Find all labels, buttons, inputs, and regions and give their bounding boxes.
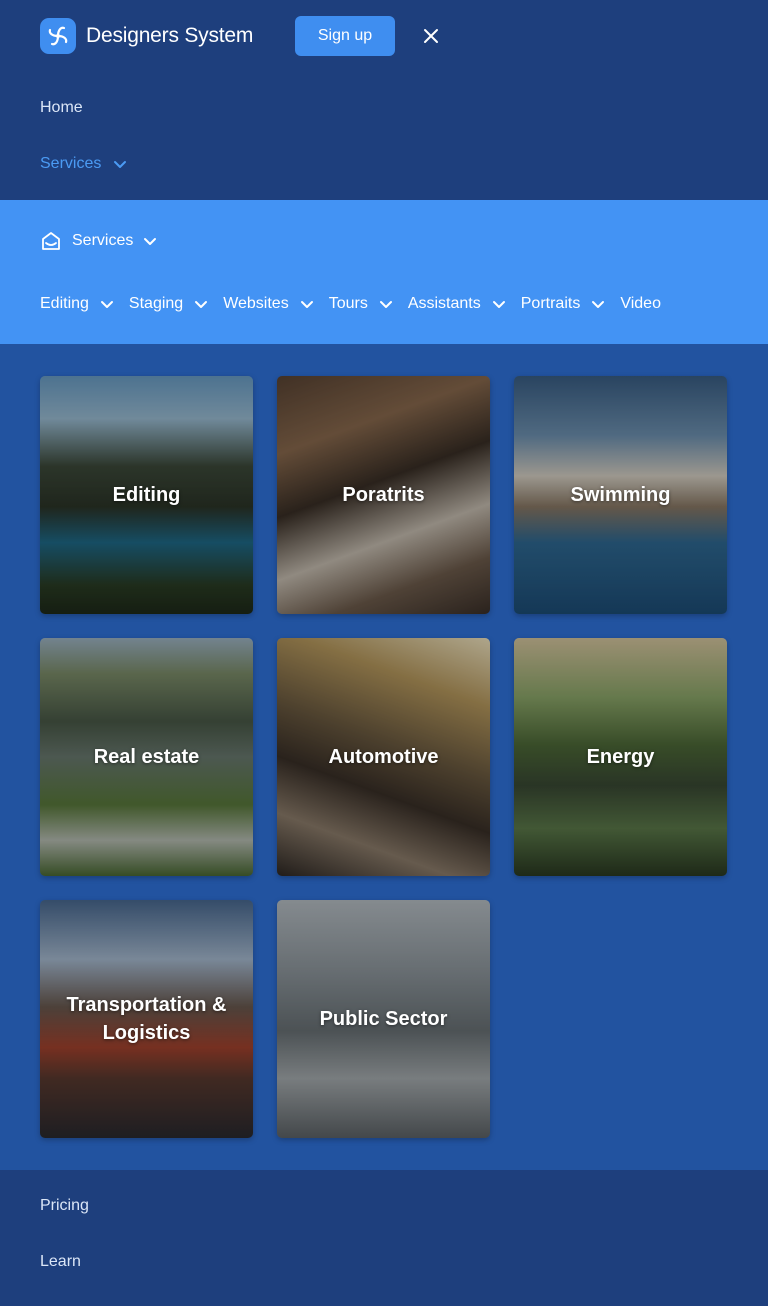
category-label: Video — [620, 295, 661, 312]
services-dropdown[interactable]: Services — [40, 229, 157, 253]
category-tours[interactable]: Tours — [329, 295, 393, 313]
card-title: Energy — [586, 746, 655, 768]
nav-services[interactable]: Services — [40, 155, 127, 173]
category-label: Assistants — [407, 295, 481, 312]
category-video[interactable]: Video — [620, 295, 661, 313]
house-icon — [42, 232, 60, 250]
category-label: Tours — [328, 295, 368, 312]
category-editing[interactable]: Editing — [40, 295, 114, 313]
category-label: Portraits — [520, 295, 581, 312]
brand-name: Designers System — [86, 24, 254, 47]
category-label: Websites — [223, 295, 289, 312]
card-title: Automotive — [328, 746, 439, 768]
service-card-swimming[interactable]: Swimming — [514, 376, 727, 614]
nav-pricing[interactable]: Pricing — [40, 1197, 89, 1215]
services-subnav — [0, 200, 768, 344]
nav-services-label: Services — [40, 155, 102, 172]
category-label: Staging — [128, 295, 184, 312]
brand[interactable]: Designers System — [40, 18, 253, 54]
service-card-editing[interactable]: Editing — [40, 376, 253, 614]
chevron-down-icon — [300, 301, 313, 308]
chevron-down-icon — [379, 301, 392, 308]
nav-learn[interactable]: Learn — [40, 1253, 81, 1271]
card-title: Real estate — [93, 746, 200, 768]
chevron-down-icon — [144, 238, 157, 245]
category-tabs: Editing Staging Websites Tours Assistant… — [40, 292, 676, 316]
category-assistants[interactable]: Assistants — [408, 295, 506, 313]
service-card-transportation[interactable]: Transportation & Logistics — [40, 900, 253, 1138]
logo-icon — [40, 18, 76, 54]
category-label: Editing — [40, 295, 89, 312]
service-card-automotive[interactable]: Automotive — [277, 638, 490, 876]
chevron-down-icon — [592, 301, 605, 308]
card-title: Poratrits — [342, 484, 425, 506]
category-portraits[interactable]: Portraits — [521, 295, 606, 313]
signup-button[interactable]: Sign up — [295, 16, 395, 56]
category-staging[interactable]: Staging — [129, 295, 208, 313]
footer-menu — [0, 1170, 768, 1306]
services-dropdown-label: Services — [72, 232, 134, 249]
chevron-down-icon — [114, 161, 127, 168]
card-title: Editing — [112, 484, 181, 506]
service-card-energy[interactable]: Energy — [514, 638, 727, 876]
close-icon[interactable] — [420, 25, 442, 47]
chevron-down-icon — [100, 301, 113, 308]
chevron-down-icon — [492, 301, 505, 308]
category-websites[interactable]: Websites — [223, 295, 314, 313]
card-title: Public Sector — [319, 1008, 448, 1030]
service-card-real-estate[interactable]: Real estate — [40, 638, 253, 876]
card-title: Transportation & Logistics — [66, 994, 227, 1044]
nav-home[interactable]: Home — [40, 99, 83, 117]
card-title: Swimming — [570, 484, 671, 506]
service-card-poratrits[interactable]: Poratrits — [277, 376, 490, 614]
chevron-down-icon — [195, 301, 208, 308]
service-card-public-sector[interactable]: Public Sector — [277, 900, 490, 1138]
